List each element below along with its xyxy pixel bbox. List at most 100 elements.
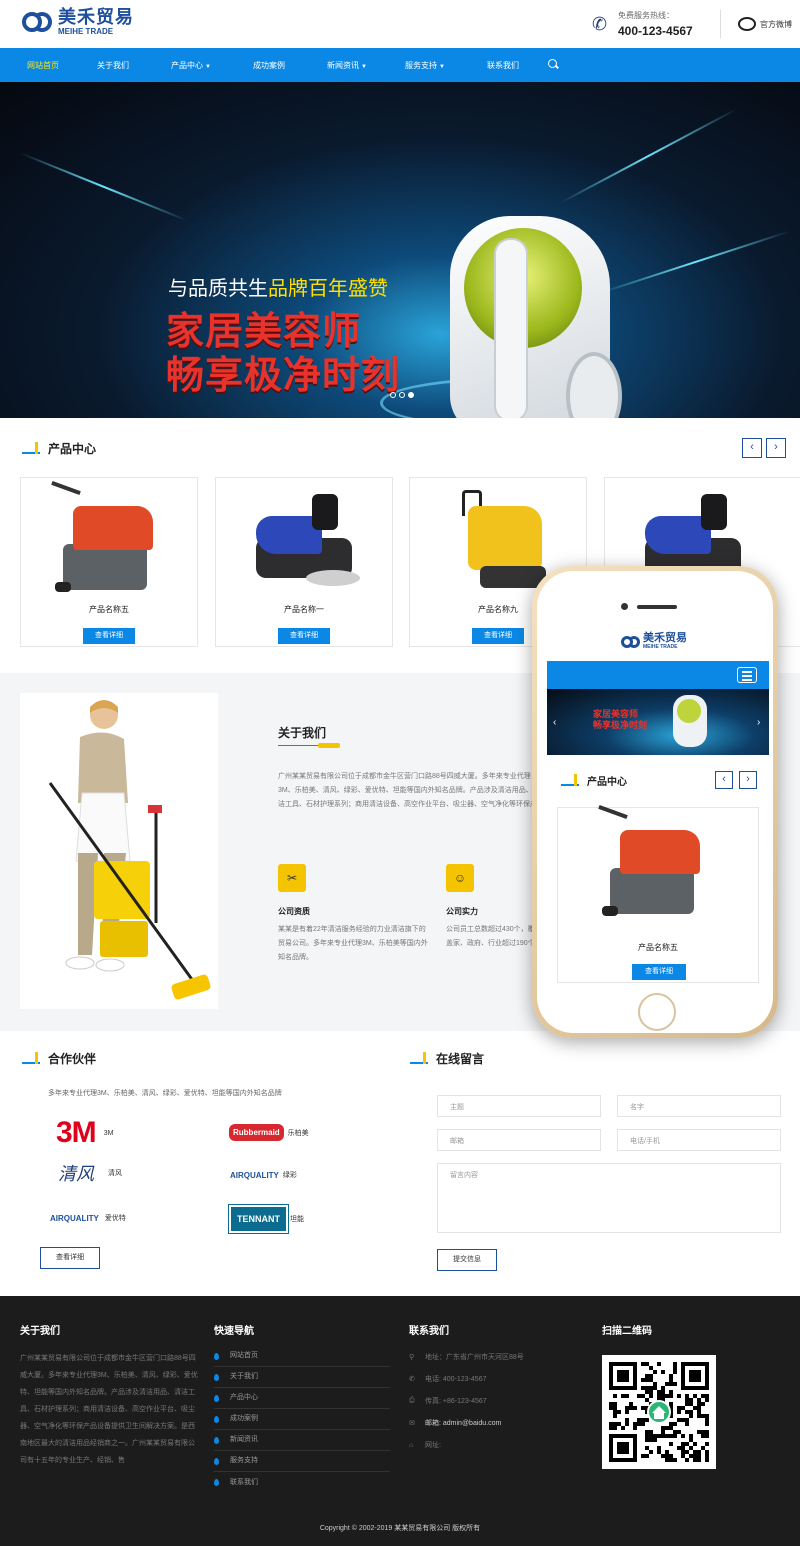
logo-chinese-name: 美禾贸易 [58, 7, 134, 27]
drop-icon [214, 1352, 219, 1360]
footer-nav-item[interactable]: 产品中心 [214, 1388, 390, 1409]
drop-icon [214, 1436, 219, 1444]
message-title: 在线留言 [410, 1050, 484, 1067]
carousel-dot-active[interactable] [408, 392, 414, 398]
phone-icon: ✆ [409, 1376, 415, 1383]
product-card[interactable]: 产品名称一 查看详细 [215, 477, 393, 647]
light-streak [599, 230, 791, 294]
brand-airquality-lvcai[interactable]: AIRQUALITY 绿彩 [230, 1170, 297, 1180]
product-card[interactable]: 产品名称五 查看详细 [20, 477, 198, 647]
feature-title: 公司资质 [278, 907, 310, 916]
message-textarea[interactable]: 留言内容 [437, 1163, 781, 1233]
mobile-banner-next-icon[interactable]: › [757, 717, 760, 728]
nav-item-contact[interactable]: 联系我们 [464, 60, 542, 71]
name-input[interactable]: 名字 [617, 1095, 781, 1117]
mobile-banner: 家居美容师 畅享极净时刻 ‹ › [547, 689, 769, 755]
nav-item-service[interactable]: 服务支持 ▼ [386, 60, 464, 71]
menu-icon[interactable] [737, 667, 757, 683]
mobile-product-button[interactable]: 查看详细 [632, 964, 686, 980]
home-icon: ⌂ [409, 1441, 414, 1449]
main-nav: 网站首页 关于我们 产品中心 ▼ 成功案例 新闻资讯 ▼ 服务支持 ▼ 联系我们 [0, 48, 800, 82]
footer-nav-item[interactable]: 成功案例 [214, 1409, 390, 1430]
email-input[interactable]: 邮箱 [437, 1129, 601, 1151]
phone-input[interactable]: 电话/手机 [617, 1129, 781, 1151]
footer-qr-title: 扫描二维码 [602, 1326, 652, 1337]
title-accent-icon [410, 1051, 428, 1066]
products-next-button[interactable]: › [766, 438, 786, 458]
nav-item-about[interactable]: 关于我们 [74, 60, 152, 71]
partners-more-button[interactable]: 查看详细 [40, 1247, 100, 1269]
mobile-logo: 美禾贸易 MEIHE TRADE [621, 633, 687, 650]
hotline-label: 免费服务热线： [618, 11, 674, 20]
mail-icon: ✉ [409, 1420, 415, 1427]
footer-nav-item[interactable]: 网站首页 [214, 1346, 390, 1367]
feature-text: 公司员工总数超过430个，覆盖家、政府、行业超过190个 [446, 926, 535, 947]
feature-qualification: ✂ 公司资质 某某是有着22年清洁服务经验的力业清洁旗下的贸易公司。多年来专业代… [278, 864, 428, 965]
light-streak [19, 152, 188, 222]
product-image [246, 486, 364, 596]
title-underline [278, 742, 340, 748]
product-image [51, 480, 169, 596]
nav-item-news[interactable]: 新闻资讯 ▼ [308, 60, 386, 71]
product-detail-button[interactable]: 查看详细 [83, 628, 135, 644]
mobile-banner-prev-icon[interactable]: ‹ [553, 717, 556, 728]
mobile-next-button[interactable]: › [739, 771, 757, 789]
about-text: 广州某某贸易有限公司位于成都市金牛区营门口路88号四威大厦。多年来专业代理3M、… [278, 773, 540, 808]
title-accent-icon [561, 773, 579, 788]
product-detail-button[interactable]: 查看详细 [472, 628, 524, 644]
phone-speaker [637, 605, 677, 609]
footer-nav-item[interactable]: 联系我们 [214, 1472, 390, 1493]
footer-nav-item[interactable]: 新闻资讯 [214, 1430, 390, 1451]
contact-address: ⚲ 地址：广东省广州市天河区88号 [409, 1354, 524, 1361]
brand-name: 坦能 [290, 1216, 304, 1223]
phone-camera [621, 603, 628, 610]
chevron-down-icon: ▼ [361, 63, 367, 70]
product-name: 产品名称一 [284, 605, 324, 614]
header-divider [720, 10, 721, 38]
brand-airquality-aiyoute[interactable]: AIRQUALITY 爱优特 [50, 1213, 126, 1223]
search-icon[interactable] [544, 55, 564, 75]
contact-email[interactable]: ✉ 邮箱: admin@baidu.com [409, 1412, 524, 1434]
light-streak [559, 108, 738, 204]
tools-icon: ✂ [278, 864, 306, 892]
mobile-prev-button[interactable]: ‹ [715, 771, 733, 789]
contact-fax: ⎙ 传真: +86-123-4567 [409, 1397, 487, 1405]
submit-button[interactable]: 提交信息 [437, 1249, 497, 1271]
drop-icon [214, 1415, 219, 1423]
location-icon: ⚲ [409, 1354, 415, 1361]
feature-strength: ☺ 公司实力 公司员工总数超过430个，覆盖家、政府、行业超过190个 [446, 864, 536, 965]
banner-headline: 家居美容师 畅享极净时刻 [166, 311, 401, 397]
mobile-nav-bar [547, 661, 769, 689]
drop-icon [214, 1373, 219, 1381]
carousel-dot[interactable] [390, 392, 396, 398]
products-title: 产品中心 [22, 440, 96, 457]
copyright: Copyright © 2002-2019 某某贸易有限公司 版权所有 [319, 1525, 481, 1532]
nav-item-cases[interactable]: 成功案例 [230, 60, 308, 71]
brand-rubbermaid[interactable]: Rubbermaid 乐柏美 [229, 1124, 309, 1141]
footer-nav-item[interactable]: 关于我们 [214, 1367, 390, 1388]
product-detail-button[interactable]: 查看详细 [278, 628, 330, 644]
brand-name: 绿彩 [282, 1172, 297, 1179]
nav-item-products[interactable]: 产品中心 ▼ [152, 60, 230, 71]
drop-icon [214, 1479, 219, 1486]
footer-nav-item[interactable]: 服务支持 [214, 1451, 390, 1472]
subject-input[interactable]: 主题 [437, 1095, 601, 1117]
feature-text: 某某是有着22年清洁服务经验的力业清洁旗下的贸易公司。多年来专业代理3M、乐柏美… [278, 926, 428, 961]
brand-qingfeng[interactable]: 清风 清风 [58, 1160, 122, 1186]
phone-home-button [638, 993, 676, 1031]
footer-nav-title: 快速导航 [214, 1326, 254, 1337]
logo-english-name: MEIHE TRADE [58, 27, 114, 36]
brand-tennant[interactable]: TENNANT 坦能 [229, 1205, 304, 1233]
title-accent-icon [22, 1051, 40, 1066]
banner-subtitle: 与品质共生品牌百年盛赞 [168, 278, 388, 300]
chevron-down-icon: ▼ [205, 63, 211, 70]
brand-logo: AIRQUALITY [230, 1170, 279, 1180]
weibo-link[interactable]: 官方微博 [738, 17, 792, 31]
products-prev-button[interactable]: ‹ [742, 438, 762, 458]
site-logo[interactable]: 美禾贸易 MEIHE TRADE [20, 8, 134, 36]
nav-item-home[interactable]: 网站首页 [12, 60, 74, 71]
hotline-number: 400-123-4567 [618, 24, 693, 38]
mobile-product-card[interactable]: 产品名称五 查看详细 [557, 804, 759, 983]
carousel-dot[interactable] [399, 392, 405, 398]
brand-3m[interactable]: 3M 3M [56, 1118, 113, 1148]
